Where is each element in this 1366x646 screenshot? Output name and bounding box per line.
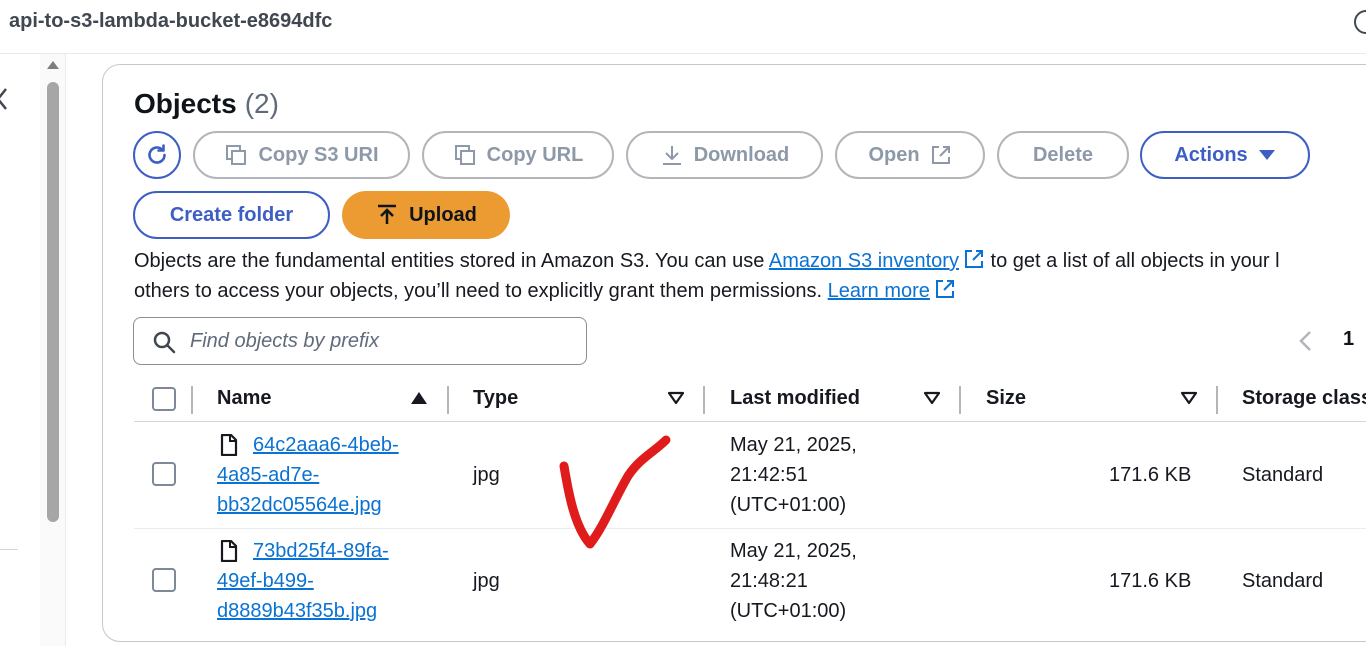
- sort-ascending-icon[interactable]: [410, 390, 428, 406]
- download-button[interactable]: Download: [626, 131, 823, 179]
- sort-icon[interactable]: [1180, 390, 1198, 406]
- upload-button[interactable]: Upload: [342, 191, 510, 239]
- table-row: 64c2aaa6-4beb- 4a85-ad7e- bb32dc05564e.j…: [134, 430, 1366, 526]
- refresh-button[interactable]: [133, 131, 181, 179]
- external-link-icon: [964, 250, 983, 268]
- table-row: 73bd25f4-89fa- 49ef-b499- d8889b43f35b.j…: [134, 536, 1366, 632]
- column-divider[interactable]: [447, 386, 449, 414]
- objects-description-line-2: others to access your objects, you’ll ne…: [134, 278, 956, 303]
- scrollbar-thumb[interactable]: [47, 82, 59, 522]
- open-button[interactable]: Open: [835, 131, 985, 179]
- object-size: 171.6 KB: [1109, 464, 1192, 486]
- objects-title: Objects: [134, 88, 237, 119]
- row-checkbox[interactable]: [152, 568, 176, 592]
- external-link-icon: [931, 146, 950, 164]
- copy-url-label: Copy URL: [486, 143, 584, 166]
- caret-down-icon: [1258, 150, 1275, 160]
- copy-s3-uri-button[interactable]: Copy S3 URI: [193, 131, 410, 179]
- download-icon: [662, 146, 681, 165]
- copy-icon: [226, 145, 247, 165]
- refresh-icon: [148, 144, 166, 164]
- object-storage-class: Standard: [1242, 570, 1324, 592]
- search-icon: [153, 331, 176, 354]
- select-all-checkbox[interactable]: [152, 387, 176, 411]
- actions-dropdown-button[interactable]: Actions: [1140, 131, 1310, 179]
- scroll-up-arrow-icon[interactable]: [46, 60, 60, 70]
- description-text: to get a list of all objects in your l: [984, 250, 1280, 272]
- delete-button[interactable]: Delete: [997, 131, 1129, 179]
- objects-description-line-1: Objects are the fundamental entities sto…: [134, 248, 1280, 273]
- objects-count: (2): [244, 88, 279, 119]
- object-type: jpg: [473, 570, 500, 592]
- row-checkbox[interactable]: [152, 462, 176, 486]
- external-link-icon: [935, 280, 954, 298]
- copy-s3-uri-label: Copy S3 URI: [258, 143, 379, 166]
- scrollbar[interactable]: [40, 54, 66, 646]
- copy-url-button[interactable]: Copy URL: [422, 131, 614, 179]
- upload-icon: [378, 204, 397, 224]
- column-header-storage-class[interactable]: Storage class: [1242, 387, 1366, 410]
- s3-inventory-link[interactable]: Amazon S3 inventory: [769, 250, 985, 272]
- column-divider[interactable]: [703, 386, 705, 414]
- object-size: 171.6 KB: [1109, 570, 1192, 592]
- delete-label: Delete: [1032, 143, 1094, 166]
- column-header-type[interactable]: Type: [473, 387, 518, 410]
- actions-label: Actions: [1174, 143, 1248, 166]
- open-label: Open: [868, 143, 920, 166]
- object-last-modified: May 21, 2025, 21:48:21 (UTC+01:00): [730, 540, 857, 622]
- page-number[interactable]: 1: [1343, 328, 1354, 351]
- download-label: Download: [693, 143, 790, 166]
- description-text: others to access your objects, you’ll ne…: [134, 280, 828, 302]
- copy-icon: [454, 145, 475, 165]
- learn-more-link[interactable]: Learn more: [828, 280, 956, 302]
- object-name-link[interactable]: 64c2aaa6-4beb- 4a85-ad7e- bb32dc05564e.j…: [217, 430, 399, 520]
- column-header-last-modified[interactable]: Last modified: [730, 387, 860, 410]
- nav-divider: [0, 549, 18, 550]
- red-check-annotation: [559, 435, 671, 549]
- info-icon[interactable]: [1354, 10, 1366, 34]
- column-divider[interactable]: [959, 386, 961, 414]
- column-header-name[interactable]: Name: [217, 387, 271, 410]
- sort-icon[interactable]: [923, 390, 941, 406]
- objects-heading: Objects (2): [134, 88, 279, 120]
- chevron-left-icon[interactable]: [0, 86, 8, 112]
- object-storage-class: Standard: [1242, 464, 1324, 486]
- create-folder-label: Create folder: [169, 203, 294, 226]
- description-text: Objects are the fundamental entities sto…: [134, 250, 769, 272]
- column-divider[interactable]: [1216, 386, 1218, 414]
- search-input[interactable]: [188, 326, 568, 356]
- top-bar: api-to-s3-lambda-bucket-e8694dfc: [0, 0, 1366, 54]
- object-type: jpg: [473, 464, 500, 486]
- object-last-modified: May 21, 2025, 21:42:51 (UTC+01:00): [730, 434, 857, 516]
- bucket-name: api-to-s3-lambda-bucket-e8694dfc: [9, 10, 333, 32]
- row-divider: [134, 528, 1366, 529]
- column-header-size[interactable]: Size: [986, 387, 1026, 410]
- table-header: Name Type Last modified Size Storage cla…: [134, 378, 1366, 422]
- sort-icon[interactable]: [667, 390, 685, 406]
- column-divider[interactable]: [191, 386, 193, 414]
- create-folder-button[interactable]: Create folder: [133, 191, 330, 239]
- object-name-link[interactable]: 73bd25f4-89fa- 49ef-b499- d8889b43f35b.j…: [217, 536, 389, 626]
- upload-label: Upload: [409, 203, 477, 226]
- previous-page-icon[interactable]: [1298, 330, 1312, 352]
- search-box[interactable]: [133, 317, 587, 365]
